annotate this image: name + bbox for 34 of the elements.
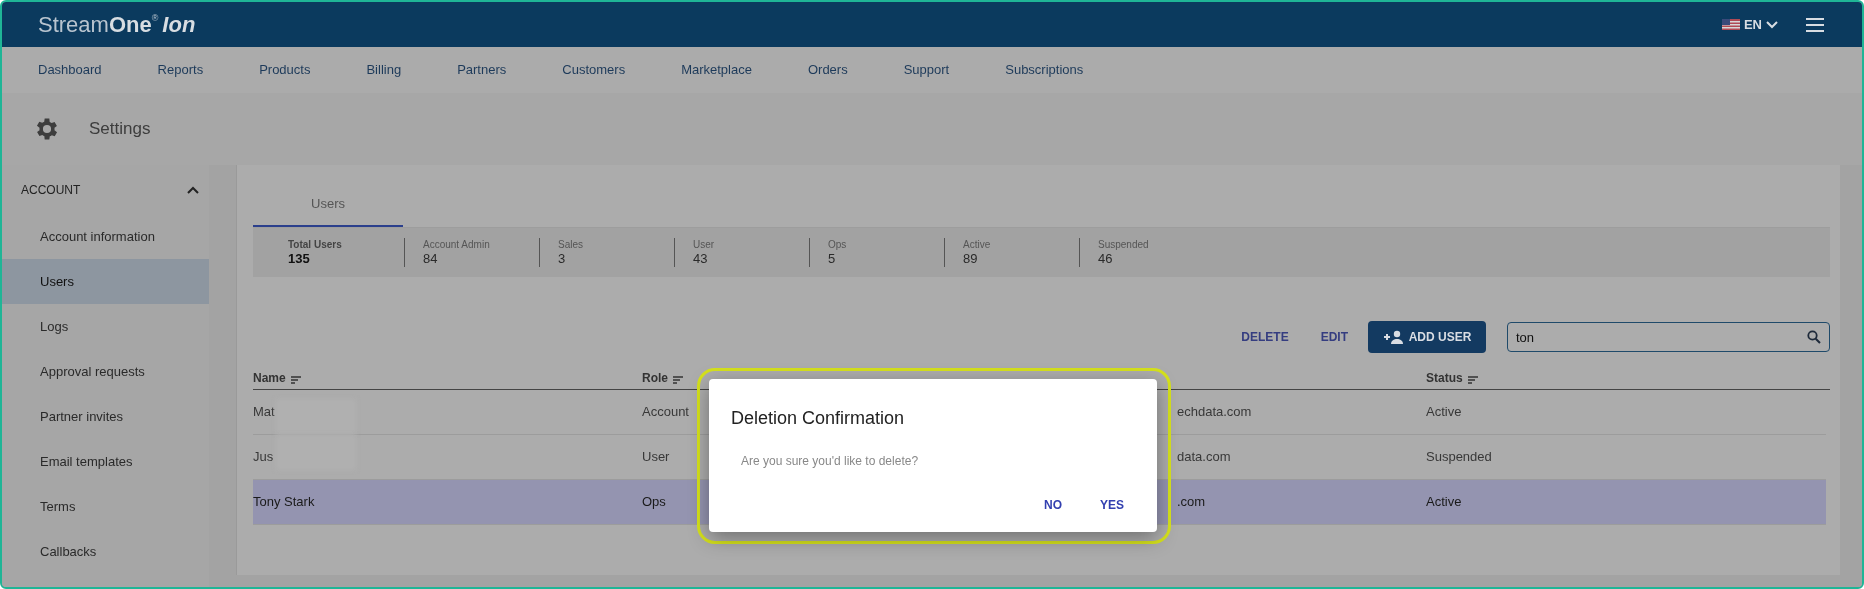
stat-label: Sales bbox=[558, 239, 584, 251]
table-cell: Account bbox=[642, 404, 689, 420]
table-cell: .com bbox=[1177, 494, 1206, 510]
dialog-title: Deletion Confirmation bbox=[731, 407, 906, 430]
stat-value: 5 bbox=[828, 251, 837, 266]
stat-label: Suspended bbox=[1098, 239, 1150, 251]
table-cell: User bbox=[642, 449, 670, 465]
table-cell-text: Tony Stark bbox=[253, 493, 315, 512]
stat-label: Active bbox=[963, 239, 992, 251]
table-cell: Ops bbox=[642, 494, 666, 510]
stat-value: 135 bbox=[288, 251, 311, 266]
page-title: Settings bbox=[89, 118, 151, 141]
stat-value: 43 bbox=[693, 251, 709, 266]
table-cell: Suspended bbox=[1426, 449, 1492, 465]
table-cell: Active bbox=[1426, 404, 1462, 420]
stat-value: 3 bbox=[558, 251, 567, 266]
stat-value: 89 bbox=[963, 251, 979, 266]
table-cell: data.com bbox=[1177, 449, 1231, 465]
stat-label: User bbox=[693, 239, 716, 251]
stat-label: Ops bbox=[828, 239, 848, 251]
sidebar-section-title: ACCOUNT bbox=[21, 181, 81, 199]
table-cell-text: Mat bbox=[253, 403, 275, 422]
stat-label: Account Admin bbox=[423, 239, 491, 251]
table-cell: Active bbox=[1426, 494, 1462, 510]
dialog-message: Are you sure you'd like to delete? bbox=[741, 453, 920, 470]
stat-label: Total Users bbox=[288, 239, 343, 251]
table-cell-text: Jus bbox=[253, 448, 274, 467]
logo: StreamOne® Ion bbox=[38, 11, 196, 39]
column-header: Status bbox=[1426, 370, 1463, 387]
column-header: Name bbox=[253, 370, 286, 387]
table-cell: echdata.com bbox=[1177, 404, 1252, 420]
stat-value: 84 bbox=[423, 251, 439, 266]
column-header: Role bbox=[642, 370, 668, 387]
stat-value: 46 bbox=[1098, 251, 1114, 266]
